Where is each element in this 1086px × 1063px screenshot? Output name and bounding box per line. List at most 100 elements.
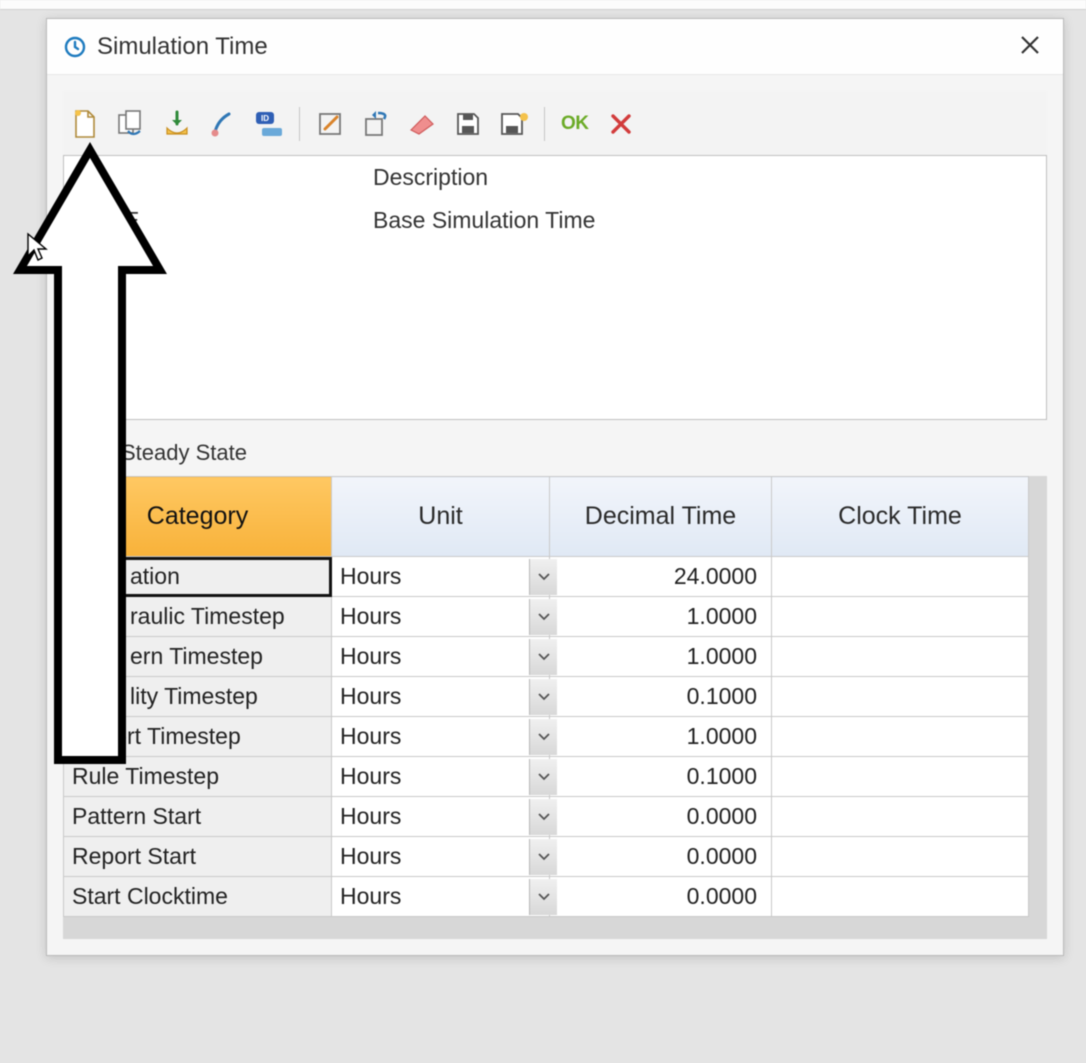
decimal-time-cell[interactable]: 24.0000 xyxy=(550,557,772,597)
decimal-time-cell[interactable]: 1.0000 xyxy=(550,597,772,637)
chevron-down-icon[interactable] xyxy=(529,719,557,755)
decimal-time-cell[interactable]: 0.1000 xyxy=(550,677,772,717)
dialog-title: Simulation Time xyxy=(97,33,1013,61)
import-icon[interactable] xyxy=(161,108,193,140)
unit-cell[interactable]: Hours xyxy=(332,637,550,677)
decimal-time-cell[interactable]: 0.0000 xyxy=(550,797,772,837)
unit-cell[interactable]: Hours xyxy=(332,677,550,717)
decimal-time-cell[interactable]: 0.0000 xyxy=(550,877,772,917)
category-cell[interactable]: Start Clocktime xyxy=(64,877,332,917)
table-row[interactable]: lity Timestep Hours 0.1000 xyxy=(64,677,1029,717)
tab-steady-state[interactable]: Steady State xyxy=(63,420,1047,476)
unit-cell[interactable]: Hours xyxy=(332,797,550,837)
decimal-time-cell[interactable]: 0.1000 xyxy=(550,757,772,797)
save-as-icon[interactable] xyxy=(498,108,530,140)
clock-time-cell[interactable] xyxy=(772,557,1029,597)
id-badge-icon[interactable]: ID xyxy=(253,108,285,140)
unit-cell[interactable]: Hours xyxy=(332,757,550,797)
unit-value: Hours xyxy=(340,843,401,870)
close-button[interactable] xyxy=(1013,31,1047,63)
decimal-time-cell[interactable]: 1.0000 xyxy=(550,717,772,757)
unit-value: Hours xyxy=(340,723,401,750)
category-cell[interactable]: ation xyxy=(64,557,332,597)
eraser-icon[interactable] xyxy=(406,108,438,140)
toolbar-separator xyxy=(544,107,545,141)
unit-value: Hours xyxy=(340,683,401,710)
category-cell[interactable]: ern Timestep xyxy=(64,637,332,677)
ok-button[interactable]: OK xyxy=(559,113,591,135)
definition-list[interactable]: Description BASE Base Simulation Time xyxy=(63,155,1047,420)
brush-icon[interactable] xyxy=(207,108,239,140)
clock-time-cell[interactable] xyxy=(772,637,1029,677)
list-header: Description xyxy=(64,156,1046,199)
clock-time-cell[interactable] xyxy=(772,677,1029,717)
toolbar-separator xyxy=(299,107,300,141)
unit-cell[interactable]: Hours xyxy=(332,717,550,757)
time-grid-container: Category Unit Decimal Time Clock Time at… xyxy=(63,476,1047,939)
edit-icon[interactable] xyxy=(314,108,346,140)
clock-time-cell[interactable] xyxy=(772,877,1029,917)
chevron-down-icon[interactable] xyxy=(529,839,557,875)
unit-value: Hours xyxy=(340,883,401,910)
category-cell[interactable]: raulic Timestep xyxy=(64,597,332,637)
category-cell[interactable]: Report Timestep xyxy=(64,717,332,757)
new-icon[interactable] xyxy=(69,108,101,140)
chevron-down-icon[interactable] xyxy=(529,799,557,835)
copy-icon[interactable] xyxy=(115,108,147,140)
clock-icon xyxy=(63,35,87,59)
unit-value: Hours xyxy=(340,603,401,630)
decimal-time-cell[interactable]: 0.0000 xyxy=(550,837,772,877)
svg-text:ID: ID xyxy=(261,114,269,123)
col-header-clock[interactable]: Clock Time xyxy=(772,477,1029,557)
unit-cell[interactable]: Hours xyxy=(332,837,550,877)
table-row[interactable]: Start Clocktime Hours 0.0000 xyxy=(64,877,1029,917)
unit-cell[interactable]: Hours xyxy=(332,597,550,637)
unit-value: Hours xyxy=(340,803,401,830)
table-row[interactable]: ern Timestep Hours 1.0000 xyxy=(64,637,1029,677)
col-header-unit[interactable]: Unit xyxy=(332,477,550,557)
category-cell[interactable]: Pattern Start xyxy=(64,797,332,837)
chevron-down-icon[interactable] xyxy=(529,559,557,595)
clock-time-cell[interactable] xyxy=(772,597,1029,637)
toolbar: ID OK xyxy=(63,91,1047,155)
chevron-down-icon[interactable] xyxy=(529,599,557,635)
clock-time-cell[interactable] xyxy=(772,717,1029,757)
list-row-id: BASE xyxy=(64,199,359,242)
unit-value: Hours xyxy=(340,563,401,590)
chevron-down-icon[interactable] xyxy=(529,879,557,915)
list-row[interactable]: BASE Base Simulation Time xyxy=(64,199,1046,242)
chevron-down-icon[interactable] xyxy=(529,679,557,715)
chevron-down-icon[interactable] xyxy=(529,759,557,795)
list-header-id xyxy=(64,156,359,199)
table-row[interactable]: Rule Timestep Hours 0.1000 xyxy=(64,757,1029,797)
unit-value: Hours xyxy=(340,643,401,670)
unit-cell[interactable]: Hours xyxy=(332,557,550,597)
table-row[interactable]: Report Timestep Hours 1.0000 xyxy=(64,717,1029,757)
chevron-down-icon[interactable] xyxy=(529,639,557,675)
clock-time-cell[interactable] xyxy=(772,837,1029,877)
list-row-description: Base Simulation Time xyxy=(359,199,1046,242)
category-cell[interactable]: Rule Timestep xyxy=(64,757,332,797)
clock-time-cell[interactable] xyxy=(772,757,1029,797)
cancel-icon[interactable] xyxy=(605,108,637,140)
table-row[interactable]: raulic Timestep Hours 1.0000 xyxy=(64,597,1029,637)
decimal-time-cell[interactable]: 1.0000 xyxy=(550,637,772,677)
app-background-bar xyxy=(0,0,1086,10)
table-row[interactable]: ation Hours 24.0000 xyxy=(64,557,1029,597)
category-cell[interactable]: Report Start xyxy=(64,837,332,877)
undo-icon[interactable] xyxy=(360,108,392,140)
col-header-decimal[interactable]: Decimal Time xyxy=(550,477,772,557)
time-grid[interactable]: Category Unit Decimal Time Clock Time at… xyxy=(63,476,1029,917)
mouse-cursor-icon xyxy=(26,232,48,267)
titlebar[interactable]: Simulation Time xyxy=(47,19,1063,75)
list-header-description: Description xyxy=(359,156,1046,199)
unit-value: Hours xyxy=(340,763,401,790)
unit-cell[interactable]: Hours xyxy=(332,877,550,917)
table-row[interactable]: Pattern Start Hours 0.0000 xyxy=(64,797,1029,837)
simulation-time-dialog: Simulation Time ID xyxy=(46,18,1064,956)
category-cell[interactable]: lity Timestep xyxy=(64,677,332,717)
col-header-category[interactable]: Category xyxy=(64,477,332,557)
save-icon[interactable] xyxy=(452,108,484,140)
clock-time-cell[interactable] xyxy=(772,797,1029,837)
table-row[interactable]: Report Start Hours 0.0000 xyxy=(64,837,1029,877)
